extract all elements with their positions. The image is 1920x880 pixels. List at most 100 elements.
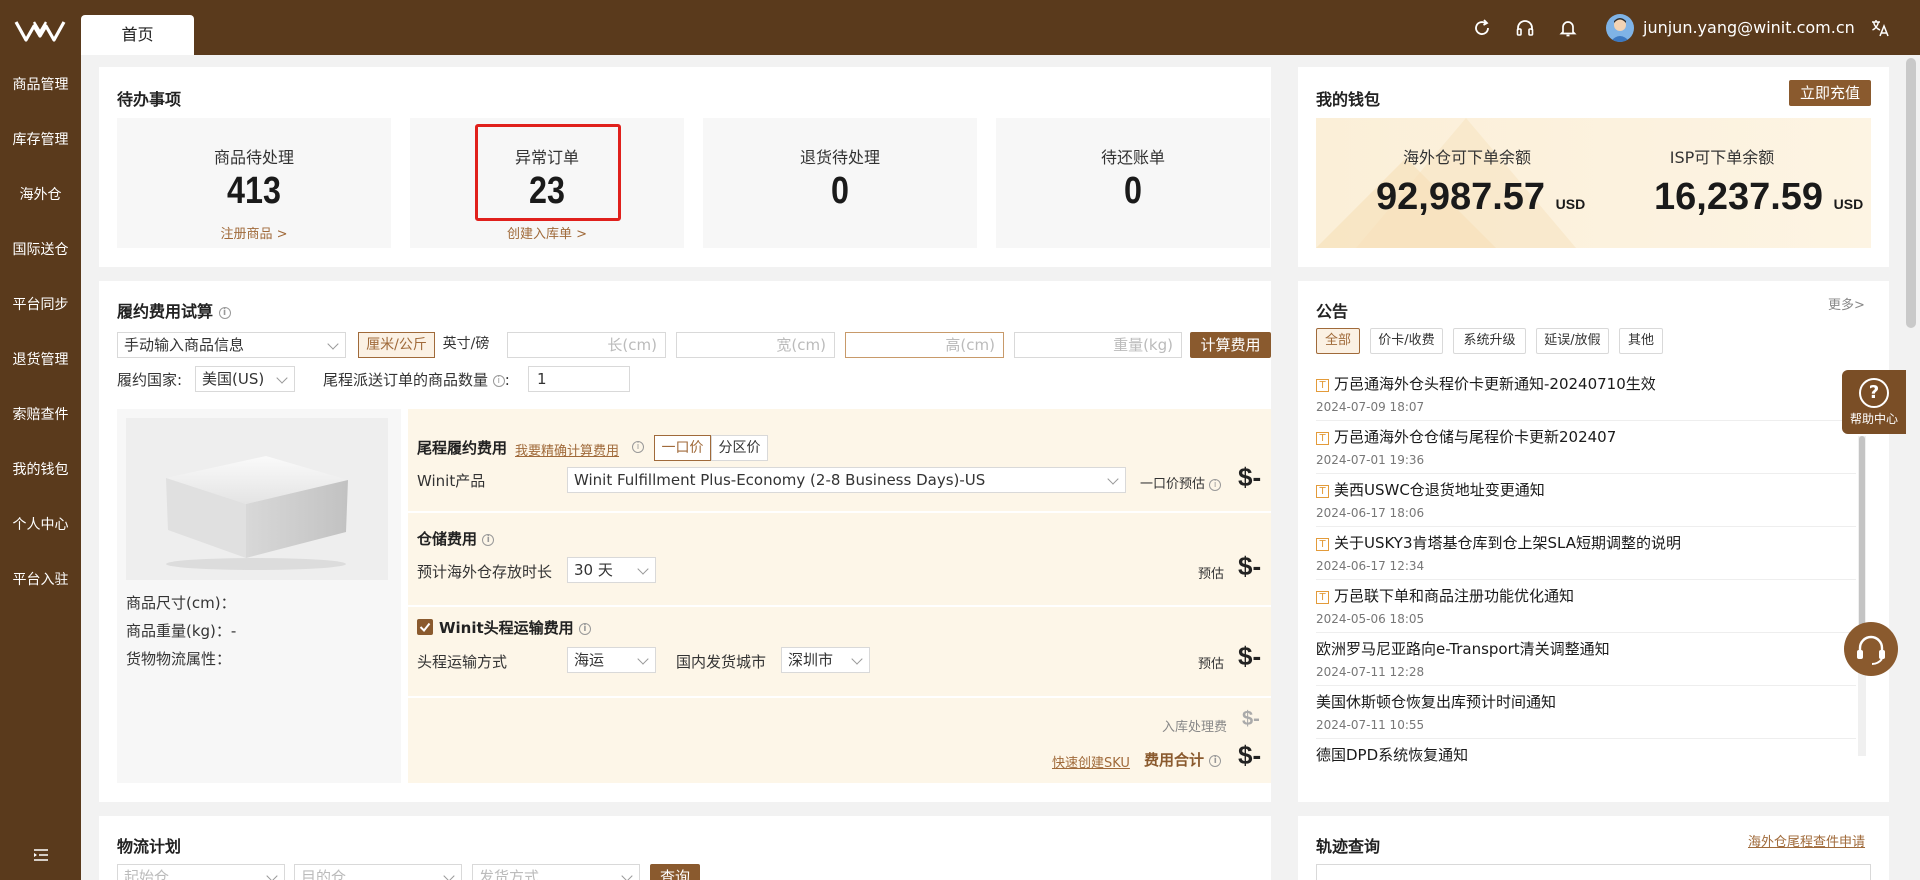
announcement-item[interactable]: T 万邑通海外仓头程价卡更新通知-20240710生效 <box>1316 373 1656 394</box>
info-icon[interactable]: i <box>632 441 644 453</box>
tracking-input[interactable] <box>1316 864 1871 880</box>
announcement-date: 2024-06-17 12:34 <box>1316 559 1425 573</box>
product-weight-label: 商品重量(kg)：- <box>126 622 237 640</box>
calc-fee-button[interactable]: 计算费用 <box>1190 332 1271 358</box>
winit-logo-icon[interactable] <box>14 18 66 44</box>
customer-service-button[interactable] <box>1844 622 1898 676</box>
unit-imperial-toggle[interactable]: 英寸/磅 <box>435 332 497 358</box>
customer-service-icon <box>1857 635 1885 665</box>
shipping-method-value: 发货方式 <box>479 868 540 880</box>
tag-pricing[interactable]: 价卡/收费 <box>1370 328 1443 354</box>
width-input[interactable]: 宽(cm) <box>676 332 835 358</box>
recharge-button[interactable]: 立即充值 <box>1789 80 1871 106</box>
help-center-widget[interactable]: ? 帮助中心 <box>1842 370 1906 434</box>
sidebar-item-claims[interactable]: 索赔查件 <box>0 404 81 424</box>
unit-metric-toggle[interactable]: 厘米/公斤 <box>358 332 435 358</box>
product-input-mode-select[interactable]: 手动输入商品信息 <box>117 332 346 358</box>
create-inbound-link[interactable]: 创建入库单 > <box>410 223 684 242</box>
announcement-item[interactable]: 美国休斯顿仓恢复出库预计时间通知 <box>1316 691 1556 712</box>
storage-duration-label: 预计海外仓存放时长 <box>417 563 553 581</box>
divider <box>408 605 1271 607</box>
isp-balance-unit: USD <box>1833 196 1864 212</box>
user-email[interactable]: junjun.yang@winit.com.cn <box>1643 18 1855 37</box>
register-product-link[interactable]: 注册商品 > <box>117 223 391 242</box>
sidebar-item-platform-sync[interactable]: 平台同步 <box>0 294 81 314</box>
height-input[interactable]: 高(cm) <box>845 332 1004 358</box>
announcement-item[interactable]: T 万邑联下单和商品注册功能优化通知 <box>1316 585 1574 606</box>
info-icon[interactable]: i <box>482 533 495 546</box>
inbound-fee-label: 入库处理费 <box>1162 720 1228 735</box>
bell-icon[interactable] <box>1558 18 1578 38</box>
headhaul-checkbox[interactable] <box>417 619 433 635</box>
sidebar-item-overseas-warehouse[interactable]: 海外仓 <box>0 184 81 204</box>
announcement-title: 关于USKY3肯塔基仓库到仓上架SLA短期调整的说明 <box>1334 534 1681 552</box>
announcement-item[interactable]: T 万邑通海外仓仓储与尾程价卡更新202407 <box>1316 426 1616 447</box>
avatar[interactable] <box>1606 14 1634 42</box>
headhaul-method-select[interactable]: 海运 <box>567 647 656 673</box>
tag-other[interactable]: 其他 <box>1619 328 1663 354</box>
announcement-item[interactable]: 欧洲罗马尼亚路向e-Transport清关调整通知 <box>1316 638 1610 659</box>
announcements-more-link[interactable]: 更多> <box>1828 294 1865 313</box>
headhaul-fee-value: $- <box>1238 641 1262 671</box>
refresh-icon[interactable] <box>1472 18 1492 38</box>
weight-input[interactable]: 重量(kg) <box>1014 332 1182 358</box>
sidebar-item-intl-delivery[interactable]: 国际送仓 <box>0 239 81 259</box>
sidebar-item-wallet[interactable]: 我的钱包 <box>0 459 81 479</box>
dest-warehouse-select[interactable]: 目的仓 <box>294 864 462 880</box>
todo-card-returns[interactable]: 退货待处理 0 <box>703 118 977 248</box>
info-icon[interactable]: i <box>578 622 591 635</box>
winit-product-select[interactable]: Winit Fulfillment Plus-Economy (2-8 Busi… <box>567 467 1126 493</box>
pin-top-icon: T <box>1316 538 1329 551</box>
zone-price-toggle[interactable]: 分区价 <box>711 435 768 461</box>
announcement-item[interactable]: 德国DPD系统恢复通知 <box>1316 744 1468 765</box>
product-input-mode-value: 手动输入商品信息 <box>124 336 245 354</box>
query-button[interactable]: 查询 <box>650 864 700 880</box>
info-icon[interactable]: i <box>492 374 505 387</box>
product-image <box>126 418 388 580</box>
sidebar-item-personal[interactable]: 个人中心 <box>0 514 81 534</box>
origin-warehouse-select[interactable]: 起始仓 <box>117 864 285 880</box>
translate-icon[interactable] <box>1870 18 1890 38</box>
announcement-date: 2024-06-17 18:06 <box>1316 506 1425 520</box>
todo-card-value: 0 <box>831 170 849 212</box>
sidebar-item-product[interactable]: 商品管理 <box>0 74 81 94</box>
overseas-balance-label: 海外仓可下单余额 <box>1402 148 1531 167</box>
precise-calc-link[interactable]: 我要精确计算费用 <box>515 440 619 459</box>
shipping-method-select[interactable]: 发货方式 <box>472 864 640 880</box>
overseas-balance: 92,987.57 USD <box>1376 176 1585 219</box>
length-input[interactable]: 长(cm) <box>507 332 666 358</box>
flat-price-toggle[interactable]: 一口价 <box>654 435 711 461</box>
info-icon[interactable]: i <box>1209 754 1222 767</box>
storage-duration-select[interactable]: 30 天 <box>567 557 656 583</box>
user-avatar-icon <box>1610 18 1630 42</box>
todo-card-label: 退货待处理 <box>799 148 880 167</box>
sidebar-item-returns[interactable]: 退货管理 <box>0 349 81 369</box>
city-select[interactable]: 深圳市 <box>781 647 870 673</box>
tracking-request-link[interactable]: 海外仓尾程查件申请 <box>1748 831 1865 850</box>
wallet-title: 我的钱包 <box>1316 90 1381 109</box>
info-icon[interactable]: i <box>1209 478 1222 491</box>
qty-input[interactable]: 1 <box>528 366 630 392</box>
sidebar-item-inventory[interactable]: 库存管理 <box>0 129 81 149</box>
tag-system-upgrade[interactable]: 系统升级 <box>1453 328 1526 354</box>
origin-warehouse-value: 起始仓 <box>124 868 170 880</box>
headset-icon[interactable] <box>1515 18 1535 38</box>
page-scrollbar[interactable] <box>1906 58 1916 328</box>
wallet-balance-area: 海外仓可下单余额 92,987.57 USD ISP可下单余额 16,237.5… <box>1316 118 1871 248</box>
divider <box>1316 579 1856 580</box>
tag-all[interactable]: 全部 <box>1316 328 1360 354</box>
todo-card-products[interactable]: 商品待处理 413 注册商品 > <box>117 118 391 248</box>
headhaul-method-label: 头程运输方式 <box>417 653 508 671</box>
quick-create-sku-link[interactable]: 快速创建SKU <box>1052 752 1130 771</box>
menu-collapse-icon[interactable] <box>33 848 49 862</box>
info-icon[interactable]: i <box>218 306 231 319</box>
chevron-down-icon <box>621 870 633 880</box>
tag-delay-holiday[interactable]: 延误/放假 <box>1536 328 1609 354</box>
todo-card-bills[interactable]: 待还账单 0 <box>996 118 1270 248</box>
highlight-box <box>475 124 621 221</box>
announcement-item[interactable]: T 关于USKY3肯塔基仓库到仓上架SLA短期调整的说明 <box>1316 532 1681 553</box>
sidebar-item-platform-join[interactable]: 平台入驻 <box>0 569 81 589</box>
tab-home[interactable]: 首页 <box>81 15 194 55</box>
announcement-item[interactable]: T 美西USWC仓退货地址变更通知 <box>1316 479 1545 500</box>
country-select[interactable]: 美国(US) <box>195 366 295 392</box>
